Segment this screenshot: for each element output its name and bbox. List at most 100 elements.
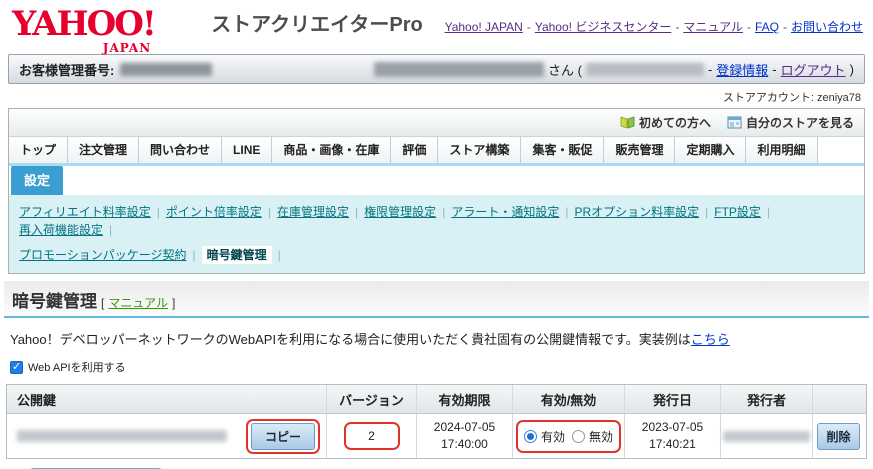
settings-tab-row: 設定 bbox=[9, 166, 864, 195]
tab-subscription[interactable]: 定期購入 bbox=[675, 137, 747, 163]
table-header-row: 公開鍵 バージョン 有効期限 有効/無効 発行日 発行者 bbox=[7, 385, 866, 414]
tab-reviews[interactable]: 評価 bbox=[391, 137, 439, 163]
account-id-redacted bbox=[585, 62, 704, 76]
subnav-link-permission[interactable]: 権限管理設定 bbox=[364, 205, 436, 219]
tab-products-images-stock[interactable]: 商品・画像・在庫 bbox=[272, 137, 392, 163]
radio-disabled[interactable] bbox=[572, 429, 585, 443]
tab-settings-selected[interactable]: 設定 bbox=[11, 166, 64, 195]
header-links: Yahoo! JAPAN - Yahoo! ビジネスセンター - マニュアル - FAQ - お… bbox=[445, 18, 863, 35]
link-business-center[interactable]: Yahoo! ビジネスセンター bbox=[535, 20, 671, 34]
register-info-link[interactable]: 登録情報 bbox=[716, 60, 768, 79]
cell-valid-until: 2024-07-05 17:40:00 bbox=[417, 414, 513, 458]
subnav-link-point-rate[interactable]: ポイント倍率設定 bbox=[166, 205, 262, 219]
radio-enabled-selected[interactable] bbox=[523, 429, 537, 443]
issuer-redacted bbox=[723, 430, 810, 442]
section-manual-link[interactable]: マニュアル bbox=[108, 294, 168, 311]
tab-top[interactable]: トップ bbox=[9, 137, 69, 163]
webapi-checkbox-checked[interactable] bbox=[10, 360, 23, 374]
quick-links-row: 初めての方へ 自分のストアを見る bbox=[9, 109, 864, 136]
delete-button[interactable]: 削除 bbox=[817, 422, 860, 450]
header-issued-date: 発行日 bbox=[625, 385, 721, 413]
subnav-separator: | bbox=[705, 205, 709, 219]
beginners-guide-label: 初めての方へ bbox=[638, 116, 711, 130]
subnav-link-ftp[interactable]: FTP設定 bbox=[714, 205, 761, 219]
public-key-table: 公開鍵 バージョン 有効期限 有効/無効 発行日 発行者 コピー 2 2024-… bbox=[6, 384, 867, 459]
subnav-link-stock-management[interactable]: 在庫管理設定 bbox=[277, 205, 349, 219]
link-separator: - bbox=[675, 20, 680, 34]
version-value: 2 bbox=[368, 429, 375, 443]
customer-number-redacted bbox=[120, 62, 213, 76]
table-row: コピー 2 2024-07-05 17:40:00 有効 無効 2023-07-0… bbox=[7, 414, 866, 458]
example-here-link[interactable]: こちら bbox=[691, 332, 730, 347]
store-icon bbox=[727, 116, 742, 129]
cell-public-key: コピー bbox=[7, 414, 327, 458]
subnav-link-alert-notification[interactable]: アラート・通知設定 bbox=[451, 205, 559, 219]
settings-subnav: アフィリエイト料率設定 | ポイント倍率設定 | 在庫管理設定 | 権限管理設定 | アラート・… bbox=[9, 195, 864, 273]
link-faq[interactable]: FAQ bbox=[755, 20, 779, 34]
tab-order-management[interactable]: 注文管理 bbox=[68, 137, 140, 163]
link-contact[interactable]: お問い合わせ bbox=[791, 20, 863, 34]
valid-until-date: 2024-07-05 bbox=[433, 420, 496, 434]
subnav-current-encryption-key[interactable]: 暗号鍵管理 bbox=[201, 246, 272, 264]
link-manual[interactable]: マニュアル bbox=[683, 20, 743, 34]
tab-sales-management[interactable]: 販売管理 bbox=[604, 137, 676, 163]
section-header: 暗号鍵管理 [ マニュアル ] bbox=[4, 281, 869, 318]
subnav-separator: | bbox=[766, 205, 771, 219]
subnav-separator: | bbox=[267, 205, 272, 219]
yahoo-logo-text: YAHOO! bbox=[12, 4, 157, 44]
subnav-link-promotion-package[interactable]: プロモーションパッケージ契約 bbox=[19, 248, 187, 262]
link-yahoo-japan[interactable]: Yahoo! JAPAN bbox=[445, 20, 523, 34]
link-separator: - bbox=[526, 20, 531, 34]
cell-issued-date: 2023-07-05 17:40:21 bbox=[625, 414, 721, 458]
cell-enabled-disabled: 有効 無効 bbox=[513, 414, 625, 458]
subnav-separator: | bbox=[565, 205, 569, 219]
subnav-separator: | bbox=[277, 248, 281, 262]
dash: - bbox=[707, 61, 713, 77]
main-nav-box: 初めての方へ 自分のストアを見る トップ 注文管理 問い合わせ LINE 商品・… bbox=[8, 108, 865, 274]
subnav-separator: | bbox=[156, 205, 160, 219]
paren-close: ) bbox=[849, 61, 854, 77]
main-tabs: トップ 注文管理 問い合わせ LINE 商品・画像・在庫 評価 ストア構築 集客… bbox=[9, 136, 864, 166]
product-title: ストアクリエイターPro bbox=[211, 14, 423, 36]
webapi-checkbox-label: Web APIを利用する bbox=[28, 362, 126, 374]
tab-usage-details[interactable]: 利用明細 bbox=[746, 137, 818, 163]
description-text: Yahoo！デベロッパーネットワークのWebAPIを利用になる場合に使用いただく… bbox=[0, 318, 873, 350]
store-account-label: ストアアカウント: bbox=[722, 92, 814, 104]
logout-link[interactable]: ログアウト bbox=[781, 60, 846, 79]
subnav-link-pr-option-rate[interactable]: PRオプション料率設定 bbox=[574, 205, 699, 219]
status-radio-group: 有効 無効 bbox=[521, 424, 616, 449]
view-my-store-label: 自分のストアを見る bbox=[745, 116, 854, 130]
tab-marketing[interactable]: 集客・販促 bbox=[521, 137, 605, 163]
annotation-copy-highlight: コピー bbox=[245, 418, 320, 454]
yahoo-japan-logo[interactable]: YAHOO! JAPAN ストアクリエイターPro bbox=[12, 4, 423, 55]
header-valid-until: 有効期限 bbox=[417, 385, 513, 413]
cell-version: 2 bbox=[327, 414, 417, 458]
annotation-radio-highlight: 有効 無効 bbox=[515, 419, 622, 453]
issued-date: 2023-07-05 bbox=[641, 420, 704, 434]
account-bar: お客様管理番号: さん ( - 登録情報 - ログアウト ) bbox=[8, 54, 865, 84]
header-actions-empty bbox=[813, 385, 864, 413]
subnav-link-affiliate-rate[interactable]: アフィリエイト料率設定 bbox=[19, 205, 151, 219]
cell-issuer bbox=[721, 414, 813, 458]
tab-store-build[interactable]: ストア構築 bbox=[438, 137, 522, 163]
subnav-row-2: プロモーションパッケージ契約 | 暗号鍵管理 | bbox=[19, 246, 854, 264]
name-suffix: さん ( bbox=[547, 62, 582, 78]
subnav-row-1: アフィリエイト料率設定 | ポイント倍率設定 | 在庫管理設定 | 権限管理設定 | アラート・… bbox=[19, 203, 854, 239]
cell-delete: 削除 bbox=[813, 414, 864, 458]
radio-disabled-label: 無効 bbox=[589, 429, 614, 444]
tab-line[interactable]: LINE bbox=[222, 137, 273, 163]
subnav-link-restock[interactable]: 再入荷機能設定 bbox=[19, 223, 103, 237]
valid-until-time: 17:40:00 bbox=[441, 437, 488, 451]
description-body: Yahoo！デベロッパーネットワークのWebAPIを利用になる場合に使用いただく… bbox=[10, 332, 691, 347]
view-my-store-link[interactable]: 自分のストアを見る bbox=[727, 114, 854, 131]
store-account-value: zeniya78 bbox=[816, 92, 861, 104]
bracket: ] bbox=[171, 296, 176, 310]
tab-inquiries[interactable]: 問い合わせ bbox=[139, 137, 223, 163]
beginners-guide-link[interactable]: 初めての方へ bbox=[620, 114, 711, 131]
dash: - bbox=[772, 61, 777, 77]
copy-button[interactable]: コピー bbox=[250, 422, 315, 450]
japan-logo-text: JAPAN bbox=[102, 41, 152, 55]
link-separator: - bbox=[746, 20, 751, 34]
header-public-key: 公開鍵 bbox=[7, 385, 327, 413]
subnav-separator: | bbox=[355, 205, 359, 219]
